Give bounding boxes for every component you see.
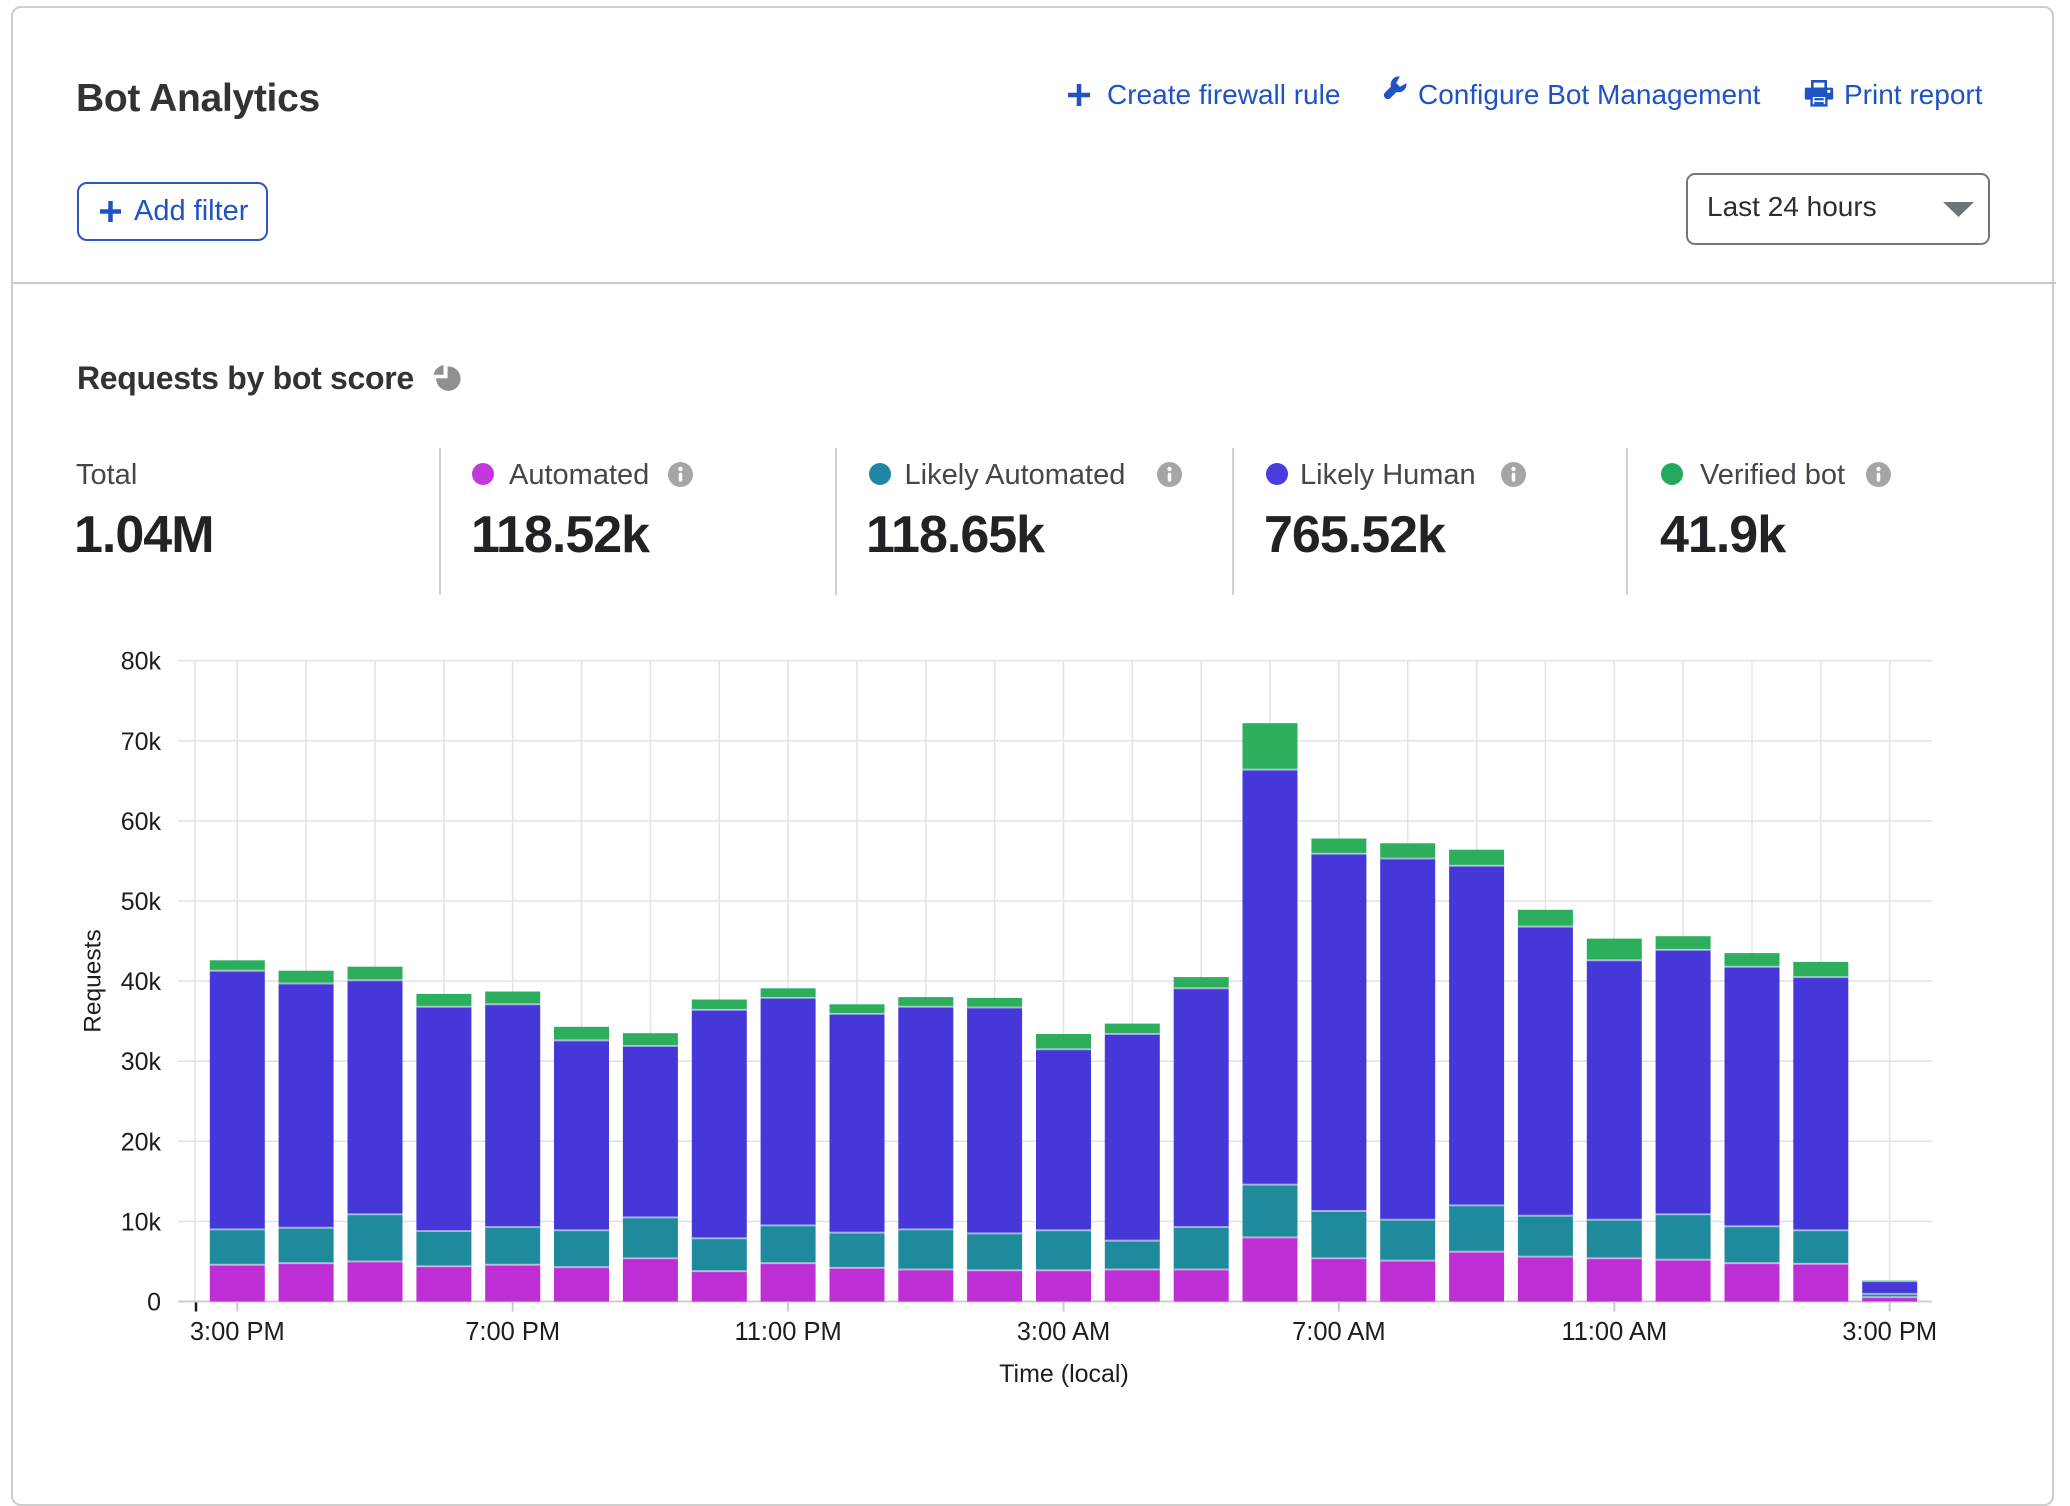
svg-text:3:00 AM: 3:00 AM [1017, 1318, 1111, 1346]
svg-text:Requests: Requests [80, 929, 107, 1033]
svg-text:3:00 PM: 3:00 PM [190, 1318, 285, 1346]
svg-text:50k: 50k [121, 888, 162, 916]
svg-text:11:00 PM: 11:00 PM [734, 1318, 841, 1346]
svg-text:40k: 40k [121, 968, 162, 996]
svg-text:3:00 PM: 3:00 PM [1842, 1318, 1937, 1346]
svg-text:10k: 10k [121, 1208, 162, 1236]
svg-text:80k: 80k [121, 648, 162, 676]
svg-text:60k: 60k [121, 808, 162, 836]
svg-text:7:00 PM: 7:00 PM [465, 1318, 560, 1346]
svg-text:20k: 20k [121, 1128, 162, 1156]
svg-text:30k: 30k [121, 1048, 162, 1076]
svg-text:11:00 AM: 11:00 AM [1561, 1318, 1667, 1346]
svg-text:0: 0 [147, 1289, 161, 1317]
svg-text:7:00 AM: 7:00 AM [1292, 1318, 1386, 1346]
svg-text:Time (local): Time (local) [999, 1360, 1129, 1388]
svg-text:70k: 70k [121, 728, 162, 756]
